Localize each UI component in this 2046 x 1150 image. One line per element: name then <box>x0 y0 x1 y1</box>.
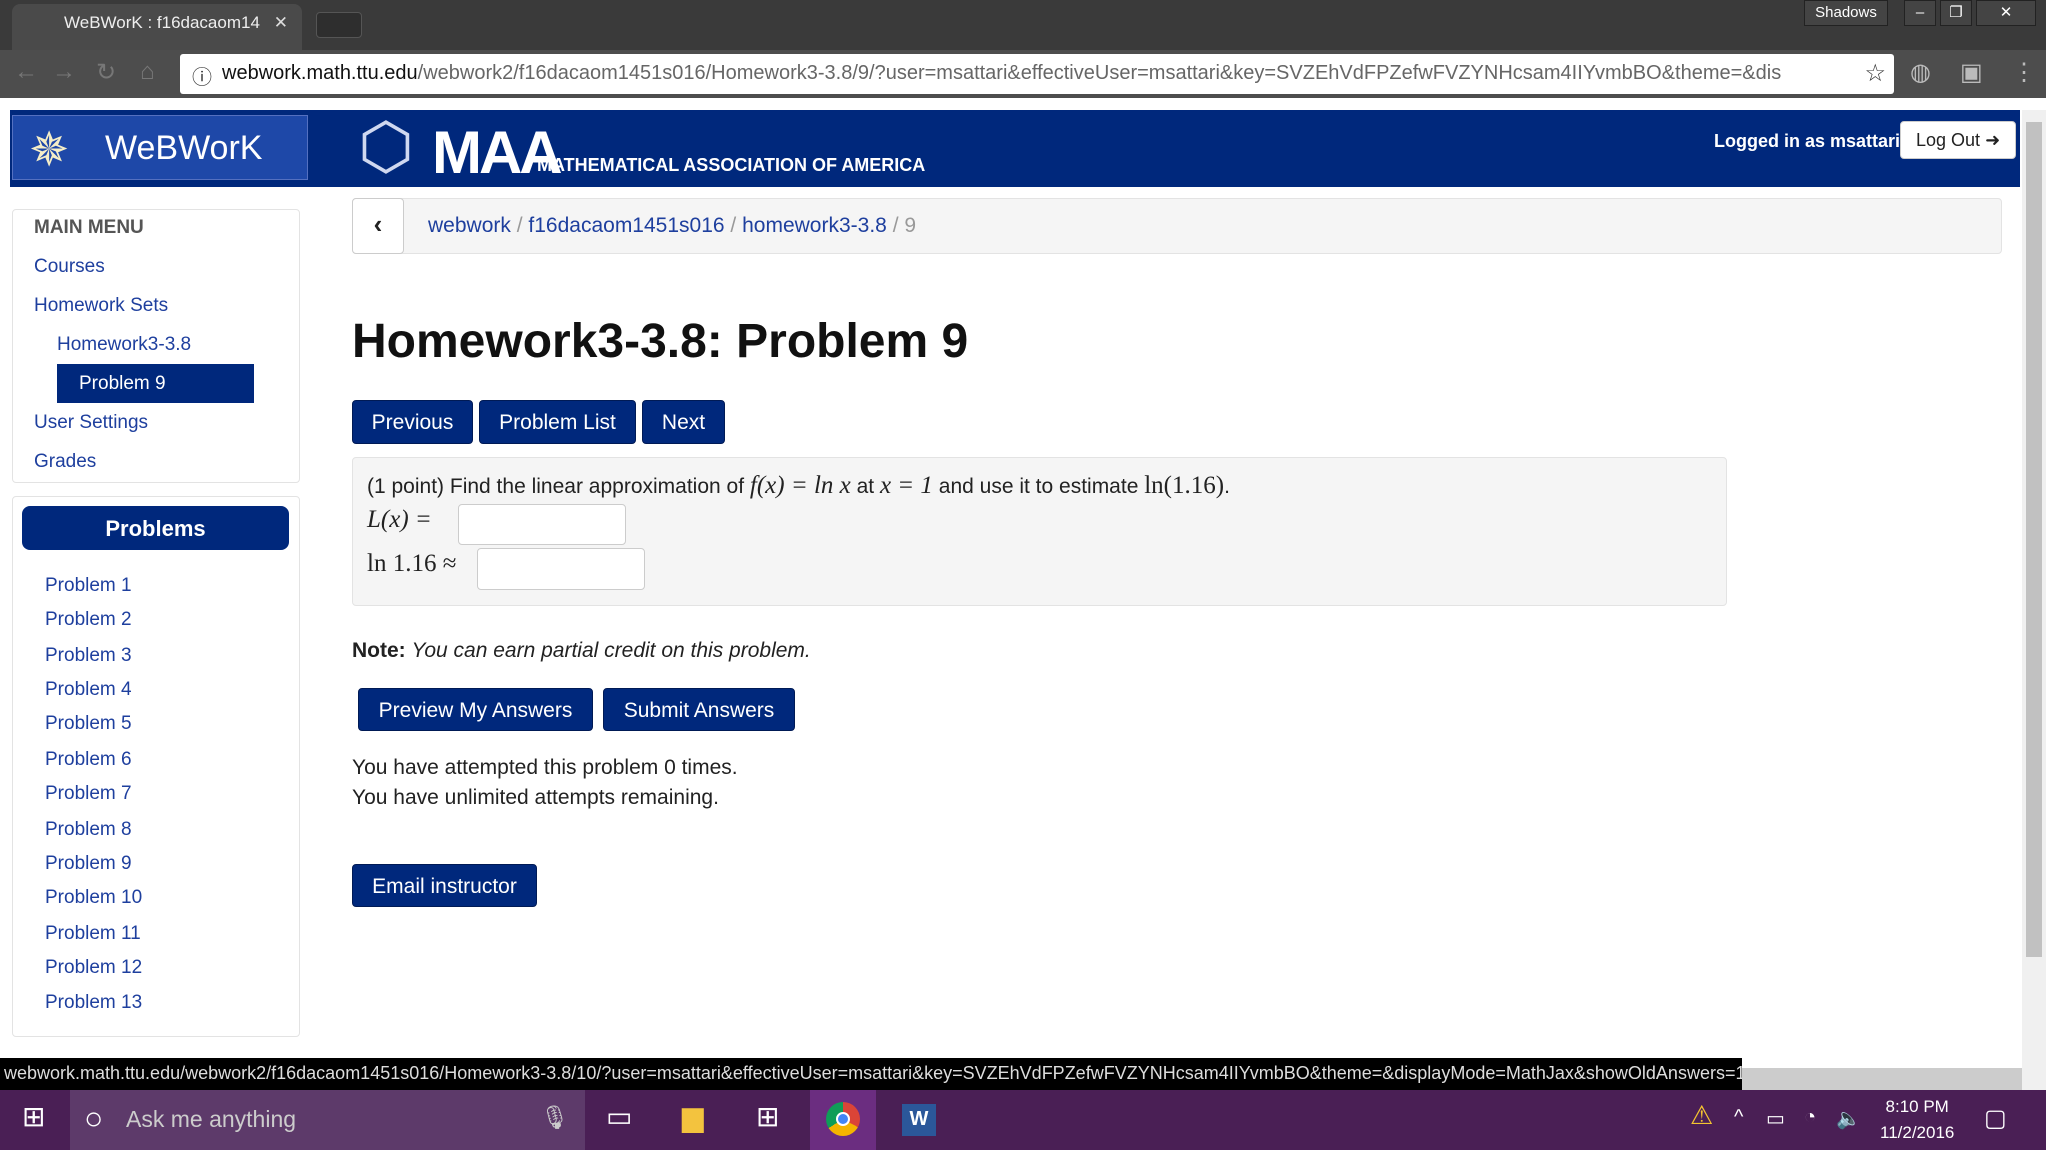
notifications-icon[interactable]: ▢ <box>1984 1104 2007 1133</box>
new-tab-button[interactable] <box>316 12 362 38</box>
microphone-icon[interactable]: 🎙 <box>540 1104 569 1131</box>
estimate-input[interactable] <box>477 548 645 590</box>
volume-icon[interactable]: 🔈 <box>1836 1106 1861 1131</box>
browser-tab[interactable]: WeBWorK : f16dacaom14 ✕ <box>12 4 302 50</box>
extension-icon[interactable]: ◍ <box>1910 58 1931 87</box>
sidebar-item-set[interactable]: Homework3-3.8 <box>57 334 191 356</box>
menu-icon[interactable]: ⋮ <box>2012 58 2036 87</box>
webwork-star-icon: ✵ <box>29 124 70 177</box>
file-explorer-icon[interactable]: ▆ <box>682 1100 704 1133</box>
breadcrumb-course[interactable]: f16dacaom1451s016 <box>528 214 724 237</box>
submit-answers-button[interactable]: Submit Answers <box>603 688 795 731</box>
problem-link[interactable]: Problem 7 <box>45 783 132 805</box>
problem-list-button[interactable]: Problem List <box>479 400 636 444</box>
breadcrumb-trail: webwork / f16dacaom1451s016 / homework3-… <box>428 214 917 237</box>
main-menu-title: MAIN MENU <box>34 217 144 238</box>
profile-button[interactable]: Shadows <box>1804 0 1888 26</box>
chrome-taskbar-icon[interactable] <box>810 1090 876 1150</box>
preview-answers-button[interactable]: Preview My Answers <box>358 688 593 731</box>
logged-in-text: Logged in as msattari. <box>1714 131 1906 151</box>
cortana-icon: ○ <box>84 1100 104 1136</box>
browser-tab-bar: WeBWorK : f16dacaom14 ✕ Shadows – ❐ ✕ <box>0 0 2046 50</box>
problem-link[interactable]: Problem 10 <box>45 887 142 909</box>
linear-approx-input[interactable] <box>458 504 626 545</box>
page-title: Homework3-3.8: Problem 9 <box>352 315 969 368</box>
logout-icon: ➜ <box>1985 130 2001 150</box>
tray-chevron-icon[interactable]: ^ <box>1734 1106 1743 1129</box>
battery-icon[interactable]: ▭ <box>1766 1106 1785 1131</box>
cortana-search[interactable]: ○ Ask me anything 🎙 <box>70 1090 585 1150</box>
problem-statement: (1 point) Find the linear approximation … <box>367 472 1230 499</box>
problem-link[interactable]: Problem 4 <box>45 679 132 701</box>
maa-logo: MAA <box>432 119 563 186</box>
scrollbar-thumb[interactable] <box>2026 122 2042 957</box>
breadcrumb-current: 9 <box>904 214 917 237</box>
maa-name: MATHEMATICAL ASSOCIATION OF AMERICA <box>537 155 926 175</box>
horizontal-scrollbar[interactable] <box>1742 1068 2022 1090</box>
attempts-text: You have attempted this problem 0 times. <box>352 756 738 779</box>
breadcrumb-webwork[interactable]: webwork <box>428 214 511 237</box>
remaining-text: You have unlimited attempts remaining. <box>352 786 719 809</box>
extension-icon-2[interactable]: ▣ <box>1960 58 1983 87</box>
sidebar-item-problem-active[interactable]: Problem 9 <box>57 364 254 403</box>
problem-link[interactable]: Problem 13 <box>45 992 142 1014</box>
next-button[interactable]: Next <box>642 400 725 444</box>
breadcrumb-set[interactable]: homework3-3.8 <box>742 214 887 237</box>
bookmark-star-icon[interactable]: ☆ <box>1864 59 1886 88</box>
webwork-logo[interactable]: ✵ WeBWorK <box>12 115 308 180</box>
forward-icon[interactable]: → <box>52 58 76 86</box>
note: Note: You can earn partial credit on thi… <box>352 639 811 662</box>
l-label: L(x) = <box>367 506 432 533</box>
problem-link[interactable]: Problem 12 <box>45 957 142 979</box>
url-input[interactable]: ⓘ webwork.math.ttu.edu/webwork2/f16dacaom… <box>180 54 1894 94</box>
word-icon[interactable]: W <box>902 1104 936 1136</box>
back-chevron-icon[interactable]: ‹ <box>352 198 404 254</box>
sidebar-item-user-settings[interactable]: User Settings <box>34 412 148 434</box>
task-view-icon[interactable]: ▭ <box>606 1100 632 1133</box>
restore-icon[interactable]: ❐ <box>1940 0 1972 26</box>
windows-start-icon[interactable]: ⊞ <box>22 1100 45 1133</box>
sidebar-item-grades[interactable]: Grades <box>34 451 96 473</box>
reload-icon[interactable]: ↻ <box>96 58 116 87</box>
ln-label: ln 1.16 ≈ <box>367 550 457 577</box>
status-bar-url: webwork.math.ttu.edu/webwork2/f16dacaom1… <box>0 1058 1742 1090</box>
clock[interactable]: 8:10 PM 11/2/2016 <box>1880 1094 1954 1146</box>
close-tab-icon[interactable]: ✕ <box>274 13 288 33</box>
back-icon[interactable]: ← <box>14 58 38 86</box>
problem-link[interactable]: Problem 8 <box>45 819 132 841</box>
sidebar-item-homework-sets[interactable]: Homework Sets <box>34 295 168 317</box>
sidebar-item-courses[interactable]: Courses <box>34 256 105 278</box>
logout-button[interactable]: Log Out ➜ <box>1900 121 2016 159</box>
problem-link[interactable]: Problem 11 <box>45 923 141 945</box>
tab-title: WeBWorK : f16dacaom14 <box>64 13 260 32</box>
problem-link[interactable]: Problem 2 <box>45 609 132 631</box>
store-icon[interactable]: ⊞ <box>756 1100 779 1133</box>
problem-link[interactable]: Problem 1 <box>45 575 132 597</box>
home-icon[interactable]: ⌂ <box>140 58 155 86</box>
maa-logo-icon: ⬡ <box>358 110 414 182</box>
problems-title: Problems <box>22 506 289 550</box>
problem-link[interactable]: Problem 9 <box>45 853 132 875</box>
warning-icon[interactable]: ⚠ <box>1690 1100 1713 1131</box>
email-instructor-button[interactable]: Email instructor <box>352 864 537 907</box>
previous-button[interactable]: Previous <box>352 400 473 444</box>
problem-link[interactable]: Problem 5 <box>45 713 132 735</box>
minimize-icon[interactable]: – <box>1904 0 1936 26</box>
close-window-icon[interactable]: ✕ <box>1976 0 2036 26</box>
problem-link[interactable]: Problem 3 <box>45 645 132 667</box>
info-icon[interactable]: ⓘ <box>192 61 212 90</box>
problem-link[interactable]: Problem 6 <box>45 749 132 771</box>
wifi-icon[interactable]: ◔ <box>1804 1106 1816 1129</box>
